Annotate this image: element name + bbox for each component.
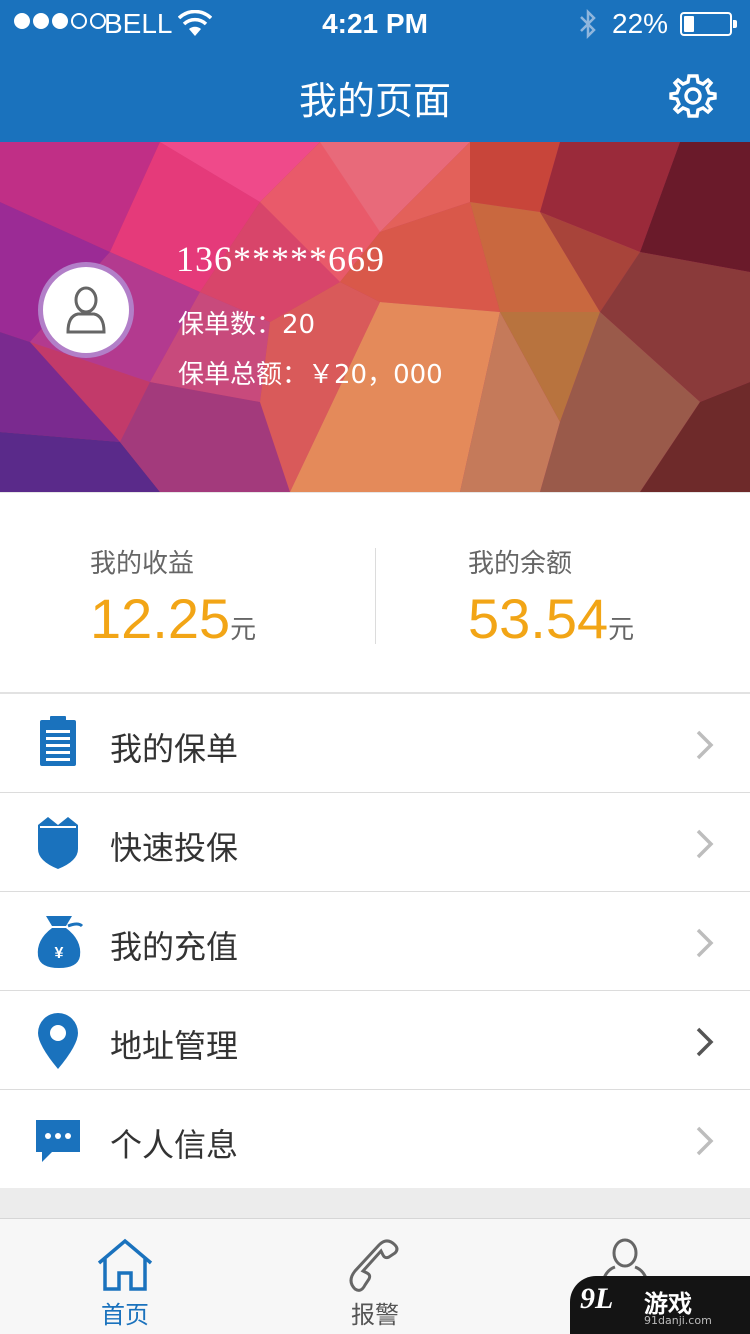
menu-item-personal-info[interactable]: 个人信息 <box>0 1090 750 1189</box>
menu-item-address-management[interactable]: 地址管理 <box>0 991 750 1090</box>
profile-banner: 136*****669 保单数：20 保单总额：￥20，000 <box>0 142 750 492</box>
account-stats: 我的收益 12.25元 我的余额 53.54元 <box>0 492 750 694</box>
menu-item-recharge[interactable]: ¥ 我的充值 <box>0 892 750 991</box>
menu-item-label: 个人信息 <box>110 1126 239 1164</box>
tab-alarm[interactable]: 报警 <box>250 1219 500 1334</box>
gear-icon[interactable] <box>668 72 718 122</box>
chevron-right-icon <box>696 1126 714 1156</box>
menu-item-my-policies[interactable]: 我的保单 <box>0 694 750 793</box>
location-pin-icon <box>38 1013 78 1069</box>
clipboard-icon <box>40 716 76 766</box>
earnings-unit: 元 <box>230 615 257 645</box>
tab-label: 报警 <box>351 1301 399 1329</box>
tab-home[interactable]: 首页 <box>0 1219 250 1334</box>
menu-item-quick-insure[interactable]: 快速投保 <box>0 793 750 892</box>
balance-value: 53.54 <box>468 587 609 650</box>
menu-item-label: 地址管理 <box>110 1027 239 1065</box>
watermark-logo: 9L <box>580 1282 614 1315</box>
battery-percentage: 22% <box>612 8 669 39</box>
earnings-value: 12.25 <box>90 587 231 650</box>
shield-icon <box>38 817 78 869</box>
site-watermark: 9L 游戏 91danji.com <box>570 1276 750 1334</box>
chevron-right-icon <box>696 928 714 958</box>
policy-count: 保单数：20 <box>178 310 316 340</box>
my-page-screen: BELL 4:21 PM 22% 我的页面 136*****669 保单数：20… <box>0 0 750 1334</box>
section-gap <box>0 1188 750 1218</box>
menu-item-label: 我的充值 <box>110 928 239 966</box>
balance-label: 我的余额 <box>468 549 573 579</box>
earnings-label: 我的收益 <box>90 549 195 579</box>
bluetooth-icon <box>580 8 596 40</box>
chevron-right-icon <box>696 730 714 760</box>
menu-item-label: 我的保单 <box>110 730 239 768</box>
home-icon <box>97 1238 153 1291</box>
stats-divider <box>375 548 376 644</box>
watermark-url: 91danji.com <box>644 1314 712 1327</box>
balance-unit: 元 <box>608 615 635 645</box>
status-bar: BELL 4:21 PM 22% <box>0 0 750 48</box>
user-icon <box>66 286 106 334</box>
policy-total-amount: 保单总额：￥20，000 <box>178 360 443 390</box>
chevron-right-icon <box>696 1027 714 1057</box>
balance-stat[interactable]: 我的余额 53.54元 <box>468 543 634 651</box>
svg-text:¥: ¥ <box>55 945 64 962</box>
avatar[interactable] <box>38 262 134 358</box>
phone-icon <box>349 1239 399 1292</box>
tab-label: 首页 <box>101 1301 149 1329</box>
menu-item-label: 快速投保 <box>110 829 239 867</box>
menu-list: 我的保单 快速投保 ¥ 我的充值 地址管理 个人信息 <box>0 694 750 1189</box>
user-phone-number: 136*****669 <box>176 239 385 279</box>
chevron-right-icon <box>696 829 714 859</box>
earnings-stat[interactable]: 我的收益 12.25元 <box>90 543 256 651</box>
top-bar: BELL 4:21 PM 22% 我的页面 <box>0 0 750 142</box>
battery-icon <box>680 12 737 36</box>
money-bag-icon: ¥ <box>37 916 84 968</box>
chat-bubble-icon <box>36 1120 80 1162</box>
battery-level-fill <box>684 16 694 32</box>
page-title: 我的页面 <box>298 79 451 123</box>
